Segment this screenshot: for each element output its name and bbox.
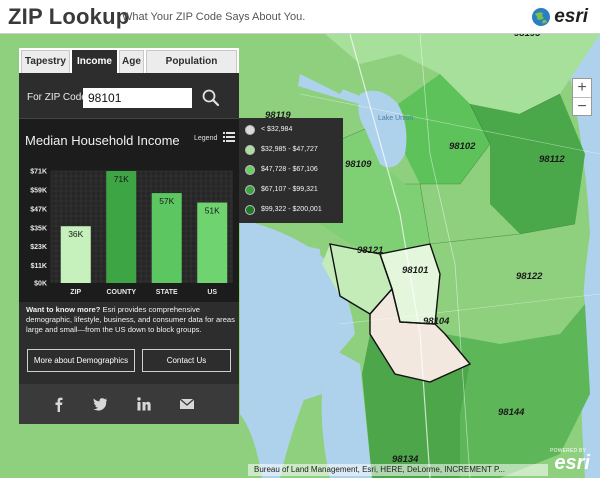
powered-by-logo: esri bbox=[554, 452, 590, 474]
bar-county[interactable] bbox=[106, 171, 137, 283]
facebook-icon[interactable] bbox=[51, 396, 67, 412]
tab-income[interactable]: Income bbox=[72, 50, 117, 73]
y-tick-label: $59K bbox=[30, 187, 47, 194]
info-panel: Tapestry Income Age Population Density F… bbox=[19, 48, 239, 424]
zoom-control: + − bbox=[572, 78, 592, 116]
search-icon[interactable] bbox=[200, 88, 222, 108]
zip-code-input[interactable] bbox=[83, 88, 192, 108]
legend-toggle-label[interactable]: Legend bbox=[194, 135, 217, 142]
y-tick-label: $23K bbox=[30, 244, 47, 251]
zoom-out-button[interactable]: − bbox=[573, 97, 591, 115]
zip-label-98122[interactable]: 98122 bbox=[516, 271, 543, 282]
zip-code-label: For ZIP Code bbox=[27, 92, 87, 103]
legend-item: $67,107 - $99,321 bbox=[245, 183, 341, 199]
linkedin-icon[interactable] bbox=[136, 396, 152, 412]
app-subtitle: What Your ZIP Code Says About You. bbox=[122, 11, 306, 23]
esri-logo[interactable]: esri bbox=[531, 6, 588, 28]
zip-label-98121[interactable]: 98121 bbox=[357, 245, 383, 256]
legend-label: $67,107 - $99,321 bbox=[261, 186, 318, 193]
legend-swatch bbox=[245, 125, 255, 135]
more-demographics-button[interactable]: More about Demographics bbox=[27, 349, 135, 372]
esri-logo-text: esri bbox=[554, 6, 588, 27]
zip-label-98104[interactable]: 98104 bbox=[423, 316, 450, 327]
legend-swatch bbox=[245, 165, 255, 175]
category-label: US bbox=[207, 289, 217, 296]
zip-label-98102[interactable]: 98102 bbox=[449, 141, 476, 152]
y-axis-ticks: $0K $11K $23K $35K $47K $59K $71K bbox=[30, 169, 47, 288]
y-tick-label: $11K bbox=[31, 263, 47, 270]
category-label: STATE bbox=[156, 289, 178, 296]
bar-value-label: 51K bbox=[205, 206, 220, 216]
powered-by-esri[interactable]: POWERED BY esri bbox=[548, 448, 594, 476]
bar-value-label: 71K bbox=[114, 174, 129, 184]
legend-swatch bbox=[245, 145, 255, 155]
legend-item: < $32,984 bbox=[245, 123, 341, 139]
zip-label-98195[interactable]: 98195 bbox=[514, 34, 541, 39]
zip-label-98144[interactable]: 98144 bbox=[498, 407, 525, 418]
legend-label: $32,985 - $47,727 bbox=[261, 146, 318, 153]
y-tick-label: $47K bbox=[30, 206, 47, 213]
social-bar bbox=[19, 384, 239, 424]
twitter-icon[interactable] bbox=[92, 396, 108, 412]
legend-item: $99,322 - $200,001 bbox=[245, 203, 341, 219]
income-bar-chart: $0K $11K $23K $35K $47K $59K $71K 36K 71K 57K 51K… bbox=[30, 169, 233, 296]
legend-label: $47,728 - $67,106 bbox=[261, 166, 318, 173]
legend-item: $47,728 - $67,106 bbox=[245, 163, 341, 179]
app-header: ZIP Lookup What Your ZIP Code Says About… bbox=[0, 0, 600, 34]
legend-label: < $32,984 bbox=[261, 126, 293, 133]
zip-label-98101[interactable]: 98101 bbox=[402, 265, 428, 276]
legend-popup: < $32,984 $32,985 - $47,727 $47,728 - $6… bbox=[239, 118, 343, 223]
y-tick-label: $0K bbox=[34, 281, 47, 288]
category-label: ZIP bbox=[70, 289, 81, 296]
bar-value-label: 36K bbox=[68, 229, 83, 239]
x-axis-categories: ZIP COUNTY STATE US bbox=[70, 289, 217, 296]
legend-swatch bbox=[245, 185, 255, 195]
chart-title: Median Household Income bbox=[25, 133, 180, 148]
zoom-in-button[interactable]: + bbox=[573, 79, 591, 97]
bar-state[interactable] bbox=[151, 193, 182, 283]
water-label-lake-union: Lake Union bbox=[378, 115, 414, 122]
email-icon[interactable] bbox=[179, 396, 195, 412]
legend-swatch bbox=[245, 205, 255, 215]
legend-label: $99,322 - $200,001 bbox=[261, 206, 322, 213]
contact-us-button[interactable]: Contact Us bbox=[142, 349, 231, 372]
legend-item: $32,985 - $47,727 bbox=[245, 143, 341, 159]
zip-label-98112[interactable]: 98112 bbox=[539, 154, 565, 165]
bar-value-label: 57K bbox=[159, 196, 174, 206]
map-attribution: Bureau of Land Management, Esri, HERE, D… bbox=[248, 464, 548, 476]
more-info-text: Want to know more? Esri provides compreh… bbox=[26, 305, 236, 335]
app-title: ZIP Lookup bbox=[8, 4, 130, 29]
tab-tapestry[interactable]: Tapestry bbox=[21, 50, 70, 73]
income-section: Median Household Income Legend $0K $11K $2… bbox=[19, 118, 239, 302]
tab-bar: Tapestry Income Age Population Density bbox=[19, 48, 239, 89]
y-tick-label: $71K bbox=[30, 169, 47, 176]
zip-label-98109[interactable]: 98109 bbox=[345, 159, 372, 170]
more-info-heading: Want to know more? bbox=[26, 305, 101, 314]
list-icon[interactable] bbox=[223, 131, 235, 143]
category-label: COUNTY bbox=[106, 289, 136, 296]
tab-population-density[interactable]: Population Density bbox=[146, 50, 237, 89]
globe-icon bbox=[532, 8, 551, 26]
tab-age[interactable]: Age bbox=[119, 50, 144, 73]
zip-search-row: For ZIP Code bbox=[27, 88, 233, 108]
y-tick-label: $35K bbox=[30, 225, 47, 232]
